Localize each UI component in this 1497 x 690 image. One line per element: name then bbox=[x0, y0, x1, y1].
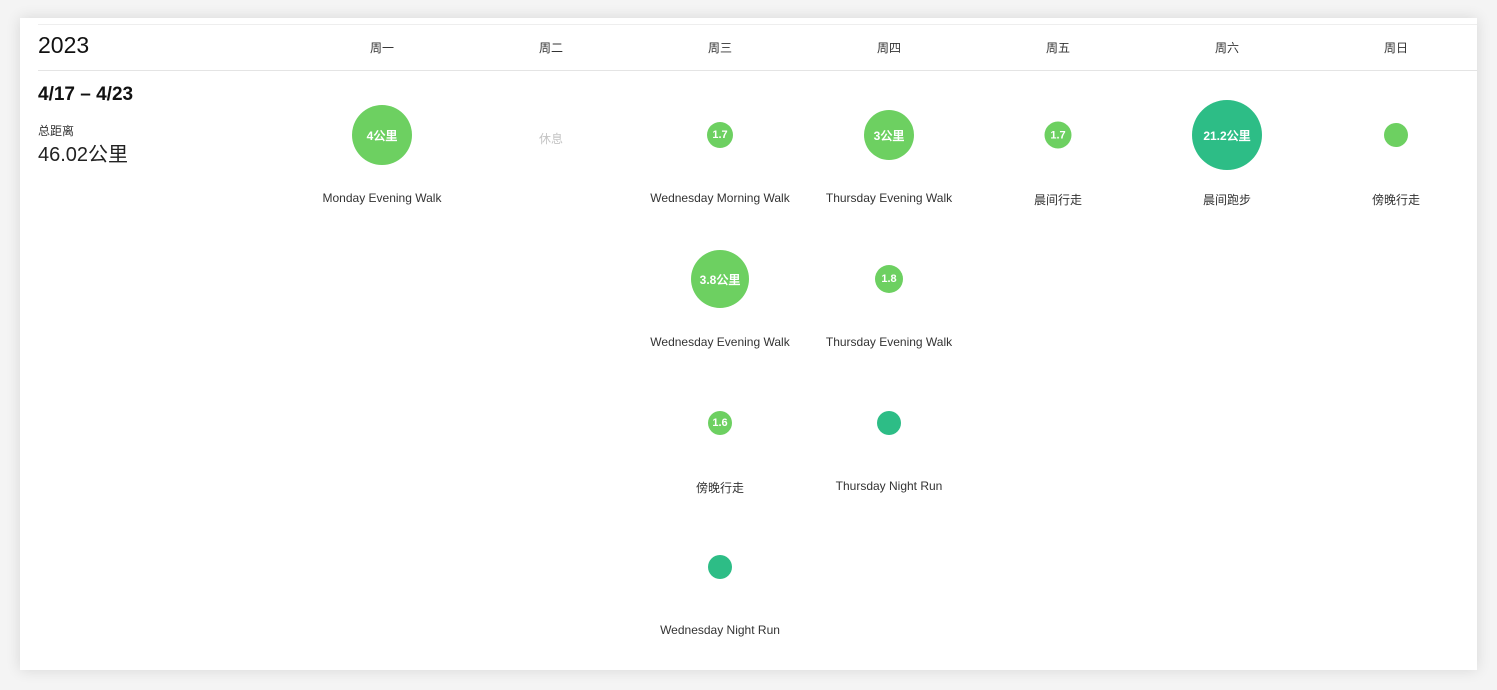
day-header-thu: 周四 bbox=[876, 41, 901, 55]
activity-name[interactable]: 傍晚行走 bbox=[635, 479, 805, 496]
activity-name[interactable]: Thursday Evening Walk bbox=[804, 191, 974, 205]
activity-name[interactable]: 傍晚行走 bbox=[1311, 191, 1481, 208]
total-distance-label: 总距离 bbox=[38, 124, 75, 138]
day-header-tue: 周二 bbox=[538, 41, 563, 55]
day-header-sat: 周六 bbox=[1214, 41, 1239, 55]
week-range: 4/17 – 4/23 bbox=[38, 84, 134, 105]
activity-bubble-walk[interactable]: 1.6 bbox=[708, 411, 732, 435]
year-title: 2023 bbox=[38, 32, 90, 58]
activity-bubble-walk[interactable]: 1.8 bbox=[875, 265, 903, 293]
total-distance-value: 46.02公里 bbox=[38, 144, 129, 166]
rest-day-label: 休息 bbox=[538, 132, 563, 146]
activity-bubble-walk[interactable]: 4公里 bbox=[352, 105, 412, 165]
day-header-fri: 周五 bbox=[1045, 41, 1070, 55]
activity-name[interactable]: Monday Evening Walk bbox=[297, 191, 467, 205]
top-divider bbox=[38, 24, 1477, 25]
activity-name[interactable]: 晨间跑步 bbox=[1142, 191, 1312, 208]
activity-bubble-walk[interactable]: 3公里 bbox=[864, 110, 914, 160]
activity-bubble-walk[interactable]: 3.8公里 bbox=[691, 250, 749, 308]
day-header-sun: 周日 bbox=[1383, 41, 1408, 55]
activity-name[interactable]: Wednesday Morning Walk bbox=[635, 191, 805, 205]
activity-name[interactable]: Thursday Night Run bbox=[804, 479, 974, 493]
activity-bubble-run[interactable] bbox=[708, 555, 732, 579]
activity-bubble-run[interactable]: 21.2公里 bbox=[1192, 100, 1262, 170]
activity-bubble-walk[interactable]: 1.7 bbox=[707, 122, 733, 148]
activity-bubble-walk[interactable] bbox=[1384, 123, 1408, 147]
activity-name[interactable]: 晨间行走 bbox=[973, 191, 1143, 208]
activity-bubble-run[interactable] bbox=[877, 411, 901, 435]
activity-name[interactable]: Wednesday Evening Walk bbox=[635, 335, 805, 349]
weekly-calendar-card: 2023 周一 周二 周三 周四 周五 周六 周日 4/17 – 4/23 总距… bbox=[20, 18, 1477, 670]
header-divider bbox=[38, 70, 1477, 71]
activity-bubble-walk[interactable]: 1.7 bbox=[1044, 121, 1072, 149]
activity-name[interactable]: Thursday Evening Walk bbox=[804, 335, 974, 349]
day-header-wed: 周三 bbox=[707, 41, 732, 55]
activity-name[interactable]: Wednesday Night Run bbox=[635, 623, 805, 637]
day-header-mon: 周一 bbox=[369, 41, 394, 55]
